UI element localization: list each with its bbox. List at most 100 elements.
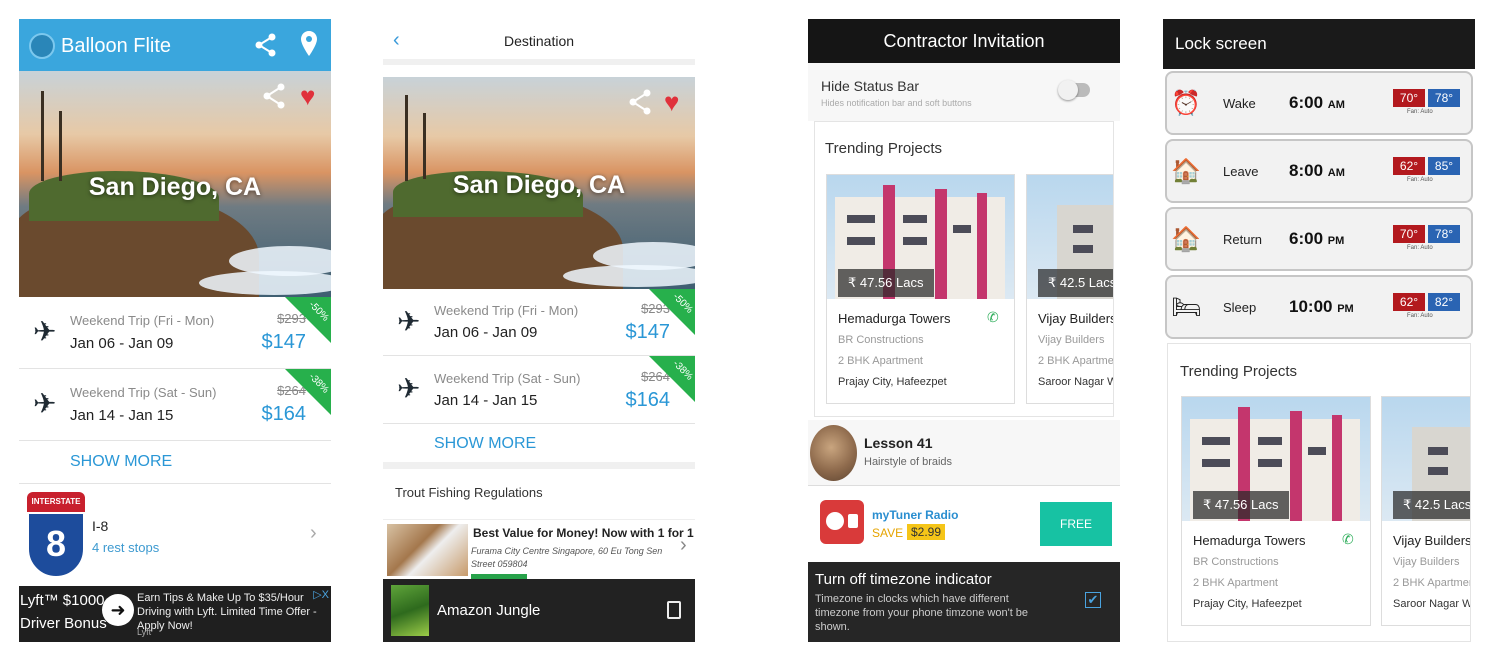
section-title: Trout Fishing Regulations — [395, 485, 543, 500]
hide-status-bar-setting[interactable]: Hide Status Bar Hides notification bar a… — [808, 63, 1120, 121]
schedule-name: Leave — [1223, 164, 1259, 179]
destination-screen: ‹ Destination San Diego, CA ♥ ✈ Weekend … — [383, 19, 695, 642]
page-title: Contractor Invitation — [883, 31, 1045, 51]
save-price: $2.99 — [907, 524, 946, 540]
section-title: Trending Projects — [825, 140, 942, 157]
radio-app-promo[interactable]: myTuner Radio SAVE $2.99 FREE — [808, 486, 1120, 558]
cool-setpoint[interactable]: 85° — [1428, 157, 1460, 175]
project-card[interactable]: ₹ 47.56 Lacs Hemadurga Towers ✆ BR Const… — [1181, 396, 1371, 626]
bottom-title: Amazon Jungle — [437, 602, 541, 619]
chevron-right-icon[interactable]: › — [680, 534, 687, 557]
project-image: ₹ 47.56 Lacs — [827, 175, 1014, 299]
project-name: Vijay Builders — [1038, 311, 1114, 326]
heat-setpoint[interactable]: 70° — [1393, 89, 1425, 107]
project-location: Saroor Nagar W — [1393, 598, 1471, 610]
arrow-right-icon[interactable]: ➜ — [102, 594, 134, 626]
fan-mode: Fan: Auto — [1407, 313, 1433, 319]
schedule-row[interactable]: 🛏 Sleep 10:00 PM 62° 82° Fan: Auto — [1165, 275, 1473, 339]
setting-title: Turn off timezone indicator — [815, 571, 992, 588]
cool-setpoint[interactable]: 78° — [1428, 89, 1460, 107]
sleep-icon: 🛏 — [1171, 294, 1202, 321]
project-location: Prajay City, Hafeezpet — [838, 376, 947, 388]
project-price: ₹ 47.56 Lacs — [838, 269, 934, 297]
trip-dates: Jan 14 - Jan 15 — [434, 392, 538, 409]
bottom-card[interactable]: Amazon Jungle — [383, 579, 695, 642]
show-more-button[interactable]: SHOW MORE — [434, 435, 536, 453]
favorite-heart-icon[interactable]: ♥ — [300, 81, 315, 112]
schedule-time: 6:00 AM — [1289, 93, 1345, 112]
leave-home-icon: 🏠 — [1171, 158, 1201, 185]
radio-icon — [820, 500, 864, 544]
trip-dates: Jan 14 - Jan 15 — [70, 407, 174, 424]
ad-banner[interactable]: Best Value for Money! Now with 1 for 1 F… — [383, 519, 695, 580]
hide-status-toggle[interactable] — [1058, 80, 1090, 100]
project-builder: Vijay Builders — [1393, 556, 1460, 568]
ad-headline: Lyft™ $1000 — [20, 592, 105, 609]
trip-label: Weekend Trip (Fri - Mon) — [434, 303, 579, 318]
project-type: 2 BHK Apartment — [1193, 577, 1278, 589]
project-type: 2 BHK Apartmen — [1393, 577, 1471, 589]
setting-subtitle: Timezone in clocks which have different … — [815, 593, 1029, 633]
schedule-time: 8:00 AM — [1289, 161, 1345, 180]
section-divider — [383, 462, 695, 469]
project-builder: BR Constructions — [1193, 556, 1279, 568]
ad-sponsor: Lyft — [137, 627, 152, 637]
phone-icon[interactable]: ✆ — [987, 309, 999, 326]
balloon-flite-screen: 〈 Balloon Flite San Diego, CA ♥ ✈ Weeken… — [19, 19, 331, 642]
lesson-item[interactable]: Lesson 41 Hairstyle of braids — [808, 420, 1120, 486]
share-icon[interactable] — [255, 33, 277, 57]
project-builder: BR Constructions — [838, 334, 924, 346]
project-card[interactable]: ₹ 42.5 Lacs Vijay Builders Vijay Builder… — [1381, 396, 1471, 626]
trending-projects-card: Trending Projects ₹ 47.56 Lacs Hemadurga… — [814, 121, 1114, 417]
schedule-row[interactable]: 🏠 Return 6:00 PM 70° 78° Fan: Auto — [1165, 207, 1473, 271]
destination-title: San Diego, CA — [88, 173, 262, 201]
trending-projects-card: Trending Projects ₹ 47.56 Lacs Hemadurga… — [1167, 343, 1471, 642]
favorite-heart-icon[interactable]: ♥ — [664, 87, 679, 118]
project-card[interactable]: ₹ 42.5 Lacs Vijay Builders Vijay Builder… — [1026, 174, 1114, 404]
heat-setpoint[interactable]: 70° — [1393, 225, 1425, 243]
free-button[interactable]: FREE — [1040, 502, 1112, 546]
project-location: Prajay City, Hafeezpet — [1193, 598, 1302, 610]
schedule-row[interactable]: ⏰ Wake 6:00 AM 70° 78° Fan: Auto — [1165, 71, 1473, 135]
section-title: Trending Projects — [1180, 363, 1297, 380]
ad-banner[interactable]: Lyft™ $1000 Driver Bonus ➜ Earn Tips & M… — [19, 586, 331, 642]
project-builder: Vijay Builders — [1038, 334, 1105, 346]
interstate-shield-icon: INTERSTATE 8 — [27, 492, 85, 578]
ad-body: Earn Tips & Make Up To $35/Hour Driving … — [137, 592, 317, 632]
jungle-thumbnail — [391, 585, 429, 636]
share-icon[interactable] — [263, 83, 285, 109]
interstate-list-item[interactable]: INTERSTATE 8 I-8 4 rest stops › — [19, 483, 331, 586]
shield-banner: INTERSTATE — [27, 492, 85, 512]
heat-setpoint[interactable]: 62° — [1393, 293, 1425, 311]
show-more-button[interactable]: SHOW MORE — [70, 453, 172, 471]
trip-dates: Jan 06 - Jan 09 — [434, 324, 538, 341]
project-price: ₹ 42.5 Lacs — [1038, 269, 1113, 297]
cool-setpoint[interactable]: 82° — [1428, 293, 1460, 311]
project-image: ₹ 42.5 Lacs — [1027, 175, 1113, 299]
schedule-row[interactable]: 🏠 Leave 8:00 AM 62° 85° Fan: Auto — [1165, 139, 1473, 203]
trip-label: Weekend Trip (Sat - Sun) — [434, 371, 581, 386]
project-card[interactable]: ₹ 47.56 Lacs Hemadurga Towers ✆ BR Const… — [826, 174, 1015, 404]
trip-row[interactable]: ✈ Weekend Trip (Sat - Sun) Jan 14 - Jan … — [19, 369, 331, 441]
timezone-checkbox[interactable]: ✔ — [1085, 592, 1101, 608]
phone-icon[interactable]: ✆ — [1342, 531, 1354, 548]
project-name: Hemadurga Towers — [1193, 533, 1306, 548]
trip-row[interactable]: ✈ Weekend Trip (Fri - Mon) Jan 06 - Jan … — [19, 297, 331, 369]
cool-setpoint[interactable]: 78° — [1428, 225, 1460, 243]
page-title: Destination — [503, 33, 575, 49]
trip-row[interactable]: ✈ Weekend Trip (Sat - Sun) Jan 14 - Jan … — [383, 356, 695, 424]
lesson-subtitle: Hairstyle of braids — [864, 456, 953, 468]
ad-food-image — [387, 524, 468, 576]
device-icon[interactable] — [667, 601, 681, 619]
heat-setpoint[interactable]: 62° — [1393, 157, 1425, 175]
trip-label: Weekend Trip (Fri - Mon) — [70, 313, 215, 328]
timezone-setting[interactable]: Turn off timezone indicator Timezone in … — [808, 562, 1120, 642]
trip-label: Weekend Trip (Sat - Sun) — [70, 385, 217, 400]
schedule-time: 10:00 PM — [1289, 297, 1354, 316]
ad-close-icon[interactable]: ▷X — [313, 588, 329, 601]
map-pin-icon[interactable] — [300, 30, 318, 58]
share-icon[interactable] — [629, 89, 651, 115]
project-type: 2 BHK Apartmen — [1038, 355, 1114, 367]
app-logo-icon — [29, 33, 55, 59]
trip-row[interactable]: ✈ Weekend Trip (Fri - Mon) Jan 06 - Jan … — [383, 289, 695, 356]
